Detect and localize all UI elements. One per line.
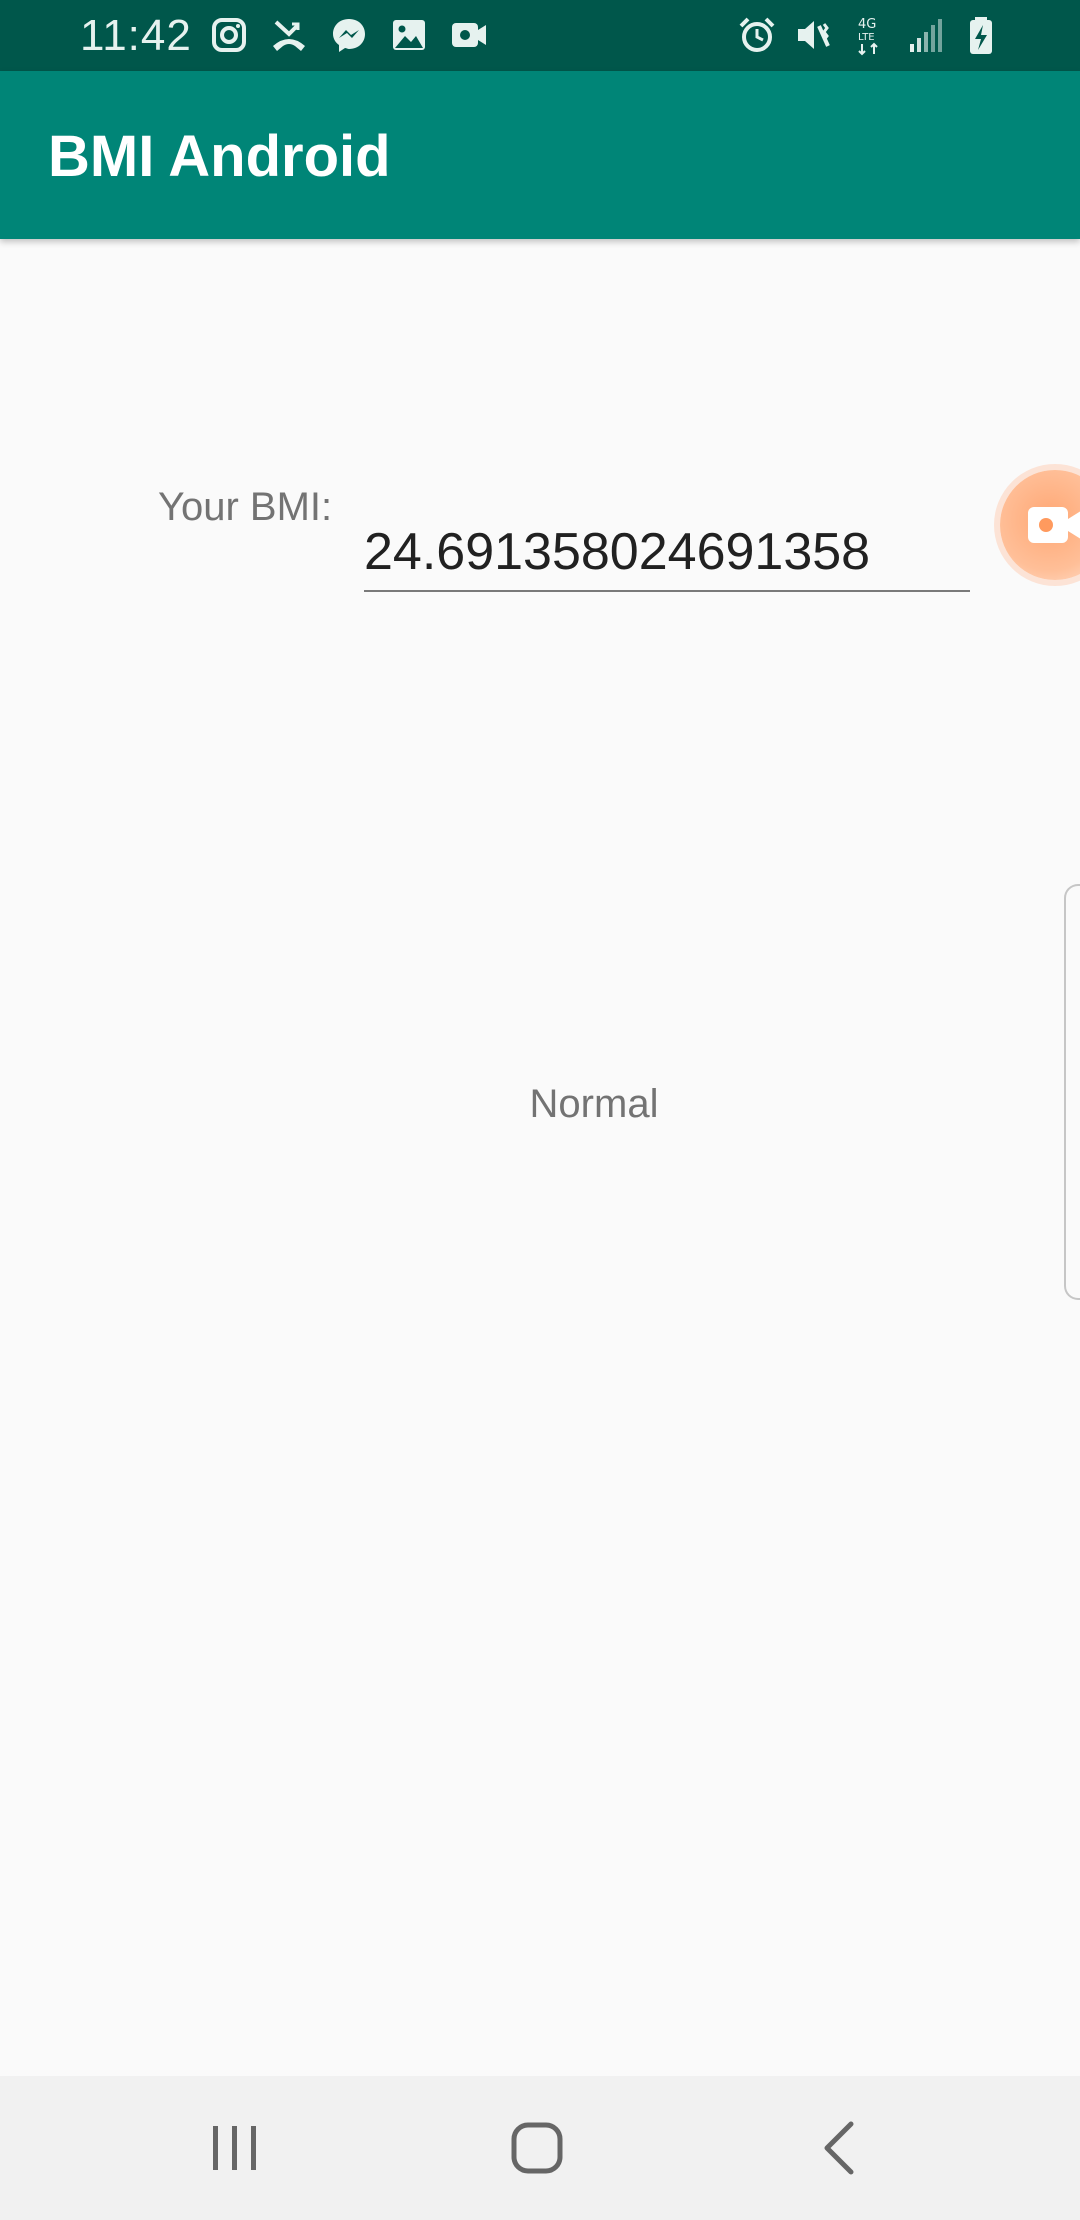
lte-4g-icon: 4G LTE (858, 17, 878, 56)
recents-icon[interactable] (195, 2112, 275, 2184)
signal-icon (910, 19, 942, 52)
missed-call-icon (273, 20, 305, 51)
alarm-icon (739, 17, 775, 52)
battery-charging-icon (970, 17, 992, 54)
messenger-icon (333, 19, 365, 52)
app-title: BMI Android (48, 124, 391, 189)
status-bar: 11:42 4G LTE (0, 0, 1080, 71)
app-bar: BMI Android (0, 71, 1080, 239)
status-time: 11:42 (80, 11, 192, 60)
navigation-bar (0, 2076, 1080, 2220)
back-icon[interactable] (799, 2112, 879, 2184)
bmi-value-field[interactable] (364, 514, 970, 592)
instagram-icon (212, 18, 246, 52)
bmi-label: Your BMI: (158, 485, 333, 529)
edge-panel-handle[interactable] (1064, 884, 1080, 1300)
video-recorder-icon (452, 23, 486, 47)
screen: 11:42 4G LTE BMI Android Your BMI: 24.69… (0, 0, 1080, 2220)
bmi-category-text: Normal (529, 1082, 659, 1126)
svg-text:LTE: LTE (858, 32, 875, 43)
gallery-icon (393, 20, 425, 50)
mute-vibrate-icon (798, 21, 830, 49)
system-status-icons: 4G LTE (738, 14, 1000, 56)
video-camera-icon (1028, 507, 1080, 543)
svg-text:4G: 4G (858, 17, 876, 32)
home-icon[interactable] (497, 2112, 577, 2184)
notification-icons (210, 14, 488, 56)
recorder-bubble[interactable] (1000, 470, 1080, 580)
